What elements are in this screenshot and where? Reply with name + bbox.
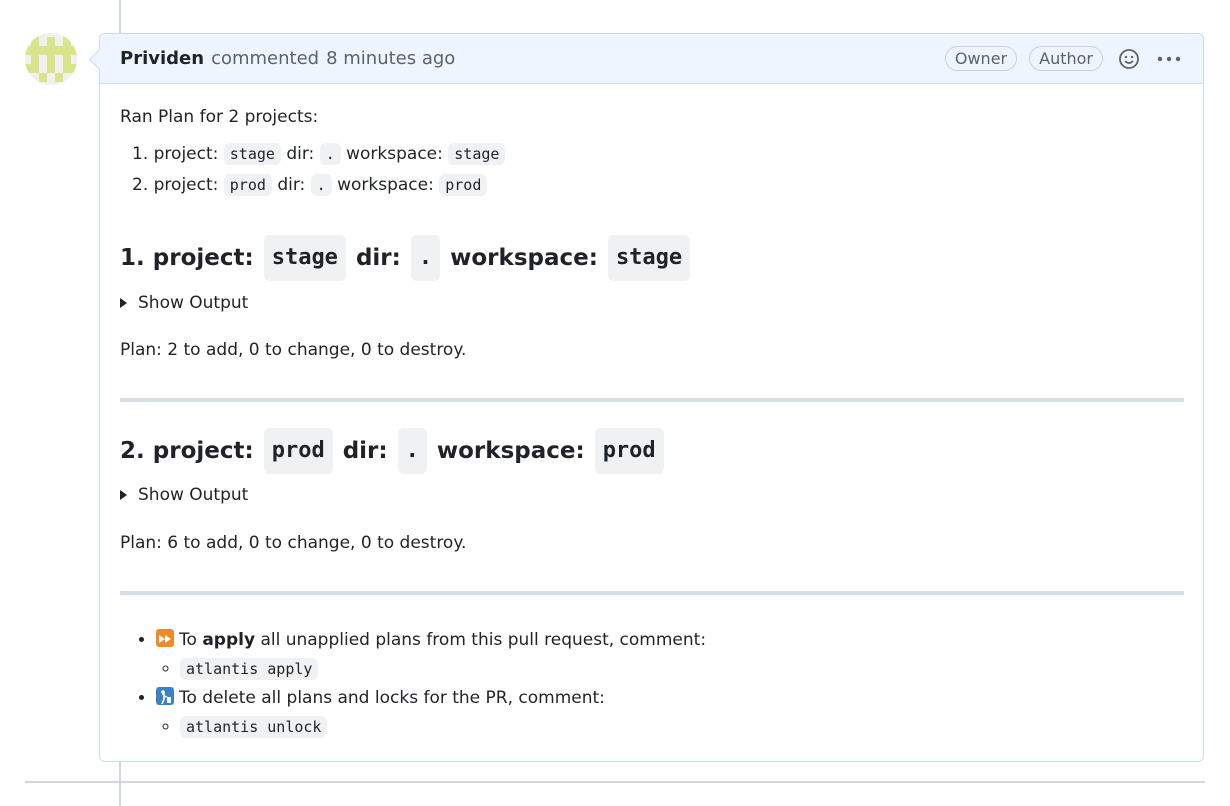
heading-workspace-label: workspace: xyxy=(436,438,585,464)
list-item: 1. project: stage dir: . workspace: stag… xyxy=(132,141,1184,168)
workspace-label: workspace: xyxy=(337,174,434,195)
toggle-label: Show Output xyxy=(138,485,249,505)
comment-timestamp[interactable]: 8 minutes ago xyxy=(326,48,455,69)
apply-keyword: apply xyxy=(202,630,256,650)
disclosure-triangle-icon xyxy=(120,298,127,308)
fast-forward-icon xyxy=(156,629,174,647)
apply-text: all unapplied plans from this pull reque… xyxy=(260,630,707,650)
unlock-text: To delete all plans and locks for the PR… xyxy=(179,688,605,708)
workspace-label: workspace: xyxy=(346,143,443,164)
dir-label: dir: xyxy=(286,143,315,164)
owner-badge: Owner xyxy=(944,46,1018,71)
heading-dir-code: . xyxy=(410,235,441,281)
apply-command-code[interactable]: atlantis apply xyxy=(180,658,319,680)
show-output-toggle[interactable]: Show Output xyxy=(120,293,248,313)
plan-summary: Plan: 2 to add, 0 to change, 0 to destro… xyxy=(120,340,467,360)
comment-body: Ran Plan for 2 projects: 1. project: sta… xyxy=(100,84,1203,199)
section-heading: 2. project: prod dir: . workspace: prod xyxy=(120,428,666,474)
avatar[interactable] xyxy=(25,33,77,85)
intro-text: Ran Plan for 2 projects: xyxy=(120,107,319,127)
project-label: project: xyxy=(153,174,219,195)
command-help: To apply all unapplied plans from this p… xyxy=(120,626,706,742)
workspace-code: prod xyxy=(439,173,488,196)
timeline-bottom-divider xyxy=(25,781,1205,783)
heading-workspace-label: workspace: xyxy=(450,245,598,271)
heading-dir-code: . xyxy=(397,428,427,474)
section-heading: 1. project: stage dir: . workspace: stag… xyxy=(120,235,692,281)
show-output-toggle[interactable]: Show Output xyxy=(120,485,248,505)
heading-project-code: prod xyxy=(263,428,333,474)
kebab-menu-icon[interactable] xyxy=(1155,45,1183,73)
section-divider xyxy=(120,591,1184,595)
disclosure-triangle-icon xyxy=(120,490,127,500)
dir-code: . xyxy=(319,142,341,165)
project-code: prod xyxy=(223,173,272,196)
list-index: 1. xyxy=(132,143,149,164)
list-item: To delete all plans and locks for the PR… xyxy=(156,684,706,742)
list-item: atlantis apply xyxy=(180,654,706,684)
heading-dir-label: dir: xyxy=(355,245,401,271)
command-list: To apply all unapplied plans from this p… xyxy=(120,626,706,742)
heading-workspace-code: prod xyxy=(594,428,664,474)
workspace-code: stage xyxy=(448,142,506,165)
add-reaction-icon[interactable] xyxy=(1115,45,1143,73)
put-litter-icon xyxy=(156,687,174,705)
author-badge: Author xyxy=(1029,46,1103,71)
dir-code: . xyxy=(310,173,332,196)
sub-list: atlantis unlock xyxy=(156,712,706,742)
heading-project-code: stage xyxy=(263,235,346,281)
sub-list: atlantis apply xyxy=(156,654,706,684)
toggle-label: Show Output xyxy=(138,293,249,313)
list-item: 2. project: prod dir: . workspace: prod xyxy=(132,172,1184,199)
heading-project-label: project: xyxy=(152,245,254,271)
comment-box: Prividen commented 8 minutes ago Owner A… xyxy=(88,33,1204,762)
heading-workspace-code: stage xyxy=(607,235,691,281)
list-index: 2. xyxy=(132,174,149,195)
section-divider xyxy=(120,398,1184,402)
heading-project-label: project: xyxy=(152,438,254,464)
comment-author[interactable]: Prividen xyxy=(120,48,204,69)
comment-action: commented xyxy=(211,48,320,69)
unlock-command-code[interactable]: atlantis unlock xyxy=(180,716,328,738)
heading-dir-label: dir: xyxy=(342,438,388,464)
list-item: To apply all unapplied plans from this p… xyxy=(156,626,706,684)
project-list: 1. project: stage dir: . workspace: stag… xyxy=(120,141,1184,199)
project-code: stage xyxy=(223,142,281,165)
apply-prefix: To xyxy=(179,630,197,650)
heading-index: 2. xyxy=(120,438,145,464)
comment-header: Prividen commented 8 minutes ago Owner A… xyxy=(100,34,1203,84)
project-label: project: xyxy=(153,143,219,164)
plan-summary: Plan: 6 to add, 0 to change, 0 to destro… xyxy=(120,533,467,553)
dir-label: dir: xyxy=(277,174,306,195)
heading-index: 1. xyxy=(120,245,145,271)
list-item: atlantis unlock xyxy=(180,712,706,742)
